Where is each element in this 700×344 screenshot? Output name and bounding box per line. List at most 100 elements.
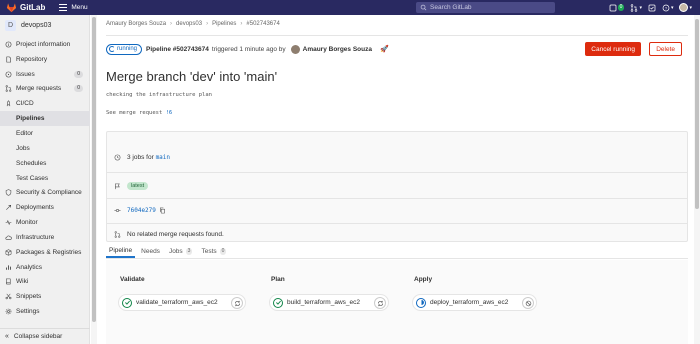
app-name: GitLab bbox=[20, 3, 46, 12]
job-name: deploy_terraform_aws_ec2 bbox=[430, 299, 509, 306]
deployments-icon bbox=[6, 205, 11, 211]
pipeline-id: Pipeline #502743674 bbox=[146, 45, 209, 53]
issues-nav-button[interactable]: 0 bbox=[609, 4, 625, 12]
pipeline-description: checking the infrastructure plan bbox=[106, 92, 212, 98]
sidebar-item-settings[interactable]: Settings bbox=[0, 304, 90, 319]
collapse-sidebar-button[interactable]: « Collapse sidebar bbox=[0, 328, 90, 344]
running-status-icon bbox=[416, 297, 426, 308]
project-avatar: D bbox=[5, 19, 16, 31]
author-avatar[interactable] bbox=[290, 44, 300, 54]
sidebar-item-label: Project information bbox=[16, 40, 71, 48]
success-status-icon bbox=[273, 297, 283, 308]
breadcrumb-item-project[interactable]: devops03 bbox=[176, 21, 202, 27]
todos-nav-button[interactable] bbox=[648, 4, 656, 12]
merge-request-link[interactable]: !6 bbox=[166, 110, 173, 116]
project-name: devops03 bbox=[21, 21, 52, 29]
cloud-icon bbox=[5, 235, 12, 240]
breadcrumb-separator: › bbox=[206, 21, 209, 27]
sidebar-item-schedules[interactable]: Schedules bbox=[0, 156, 90, 171]
job-name: build_terraform_aws_ec2 bbox=[287, 299, 360, 306]
merge-request-icon bbox=[114, 231, 121, 238]
merge-requests-nav-button[interactable]: ▾ bbox=[630, 3, 642, 12]
page-scrollbar-thumb[interactable] bbox=[695, 19, 699, 209]
success-status-icon bbox=[122, 297, 132, 308]
commit-sha-link[interactable]: 7604e279 bbox=[127, 207, 156, 214]
sidebar-item-label: Pipelines bbox=[16, 115, 45, 123]
info-icon bbox=[5, 41, 12, 48]
sidebar-item-infrastructure[interactable]: Infrastructure bbox=[0, 230, 90, 245]
help-button[interactable]: ? ▾ bbox=[662, 4, 674, 12]
pipeline-info-box: 3 jobs for main latest 7604e279 No relat… bbox=[106, 131, 688, 242]
sidebar-item-label: Security & Compliance bbox=[16, 189, 82, 197]
top-navbar: GitLab Menu Search GitLab 0 ▾ ? ▾ ▾ bbox=[0, 0, 700, 15]
job-plan[interactable]: build_terraform_aws_ec2 bbox=[269, 294, 389, 311]
branch-link[interactable]: main bbox=[156, 154, 170, 161]
info-divider bbox=[107, 172, 687, 173]
author-name[interactable]: Amaury Borges Souza bbox=[303, 46, 372, 53]
tab-label: Needs bbox=[141, 248, 160, 255]
tab-pipeline[interactable]: Pipeline bbox=[106, 247, 136, 258]
merge-request-nav-icon bbox=[631, 3, 638, 12]
sidebar-item-label: Settings bbox=[16, 308, 40, 316]
breadcrumb-item-pipeline-id[interactable]: #502743674 bbox=[246, 21, 279, 27]
sidebar-item-label: Packages & Registries bbox=[16, 248, 82, 256]
status-badge[interactable]: running bbox=[106, 43, 143, 55]
menu-button[interactable]: Menu bbox=[59, 4, 88, 11]
sidebar-item-wiki[interactable]: Wiki bbox=[0, 275, 90, 290]
sidebar-project-link[interactable]: D devops03 bbox=[0, 15, 89, 35]
retry-button[interactable] bbox=[374, 297, 386, 309]
rocket-icon: 🚀 bbox=[379, 46, 389, 53]
hamburger-icon bbox=[59, 4, 68, 11]
sidebar-item-repository[interactable]: Repository bbox=[0, 52, 90, 67]
page-title: Merge branch 'dev' into 'main' bbox=[106, 69, 278, 84]
job-apply[interactable]: deploy_terraform_aws_ec2 bbox=[412, 294, 537, 311]
delete-button[interactable]: Delete bbox=[649, 42, 682, 56]
sidebar-item-test-cases[interactable]: Test Cases bbox=[0, 171, 90, 186]
job-validate[interactable]: validate_terraform_aws_ec2 bbox=[118, 294, 246, 311]
sidebar-item-monitor[interactable]: Monitor bbox=[0, 215, 90, 230]
sidebar: D devops03 Project information Repository… bbox=[0, 15, 90, 344]
breadcrumb-divider bbox=[106, 35, 688, 36]
tab-needs[interactable]: Needs bbox=[138, 248, 163, 258]
sidebar-item-project-information[interactable]: Project information bbox=[0, 37, 90, 52]
monitor-icon bbox=[5, 219, 12, 226]
sidebar-item-analytics[interactable]: Analytics bbox=[0, 260, 90, 275]
sidebar-item-editor[interactable]: Editor bbox=[0, 126, 90, 141]
sidebar-item-snippets[interactable]: Snippets bbox=[0, 289, 90, 304]
cancel-running-button[interactable]: Cancel running bbox=[585, 42, 641, 56]
sidebar-scrollbar-thumb[interactable] bbox=[92, 17, 96, 322]
sidebar-item-pipelines[interactable]: Pipelines bbox=[0, 111, 90, 127]
tab-label: Jobs bbox=[168, 248, 183, 255]
sidebar-item-security-compliance[interactable]: Security & Compliance bbox=[0, 186, 90, 201]
chevron-down-icon: ▾ bbox=[670, 4, 674, 11]
retry-icon bbox=[234, 300, 240, 306]
tab-label: Pipeline bbox=[109, 247, 133, 254]
tab-tests[interactable]: Tests 0 bbox=[198, 248, 229, 258]
search-icon bbox=[420, 4, 427, 11]
chart-icon bbox=[6, 264, 11, 270]
sidebar-item-packages-registries[interactable]: Packages & Registries bbox=[0, 245, 90, 260]
breadcrumb-item-pipelines[interactable]: Pipelines bbox=[212, 21, 236, 27]
sidebar-item-deployments[interactable]: Deployments bbox=[0, 200, 90, 215]
breadcrumb-item-user[interactable]: Amaury Borges Souza bbox=[106, 21, 166, 27]
svg-text:?: ? bbox=[665, 5, 668, 10]
sidebar-item-label: Deployments bbox=[16, 204, 54, 212]
info-divider bbox=[107, 223, 687, 224]
copy-icon[interactable] bbox=[159, 207, 166, 214]
breadcrumb-separator: › bbox=[240, 21, 243, 27]
sidebar-item-jobs[interactable]: Jobs bbox=[0, 141, 90, 156]
retry-button[interactable] bbox=[231, 297, 243, 309]
sidebar-scrollbar[interactable] bbox=[91, 15, 97, 344]
gitlab-logo[interactable]: GitLab bbox=[6, 2, 45, 13]
cancel-icon bbox=[525, 300, 531, 306]
tab-jobs[interactable]: Jobs 3 bbox=[166, 248, 196, 258]
cancel-job-button[interactable] bbox=[522, 297, 534, 309]
sidebar-item-merge-requests[interactable]: Merge requests 0 bbox=[0, 82, 90, 97]
sidebar-item-issues[interactable]: Issues 0 bbox=[0, 67, 90, 82]
search-input[interactable]: Search GitLab bbox=[416, 2, 555, 13]
page-scrollbar[interactable] bbox=[694, 15, 700, 344]
user-menu-button[interactable]: ▾ bbox=[679, 3, 692, 12]
sidebar-item-ci-cd[interactable]: CI/CD bbox=[0, 96, 90, 111]
tab-count-badge: 3 bbox=[185, 248, 193, 255]
gear-icon bbox=[5, 308, 12, 315]
